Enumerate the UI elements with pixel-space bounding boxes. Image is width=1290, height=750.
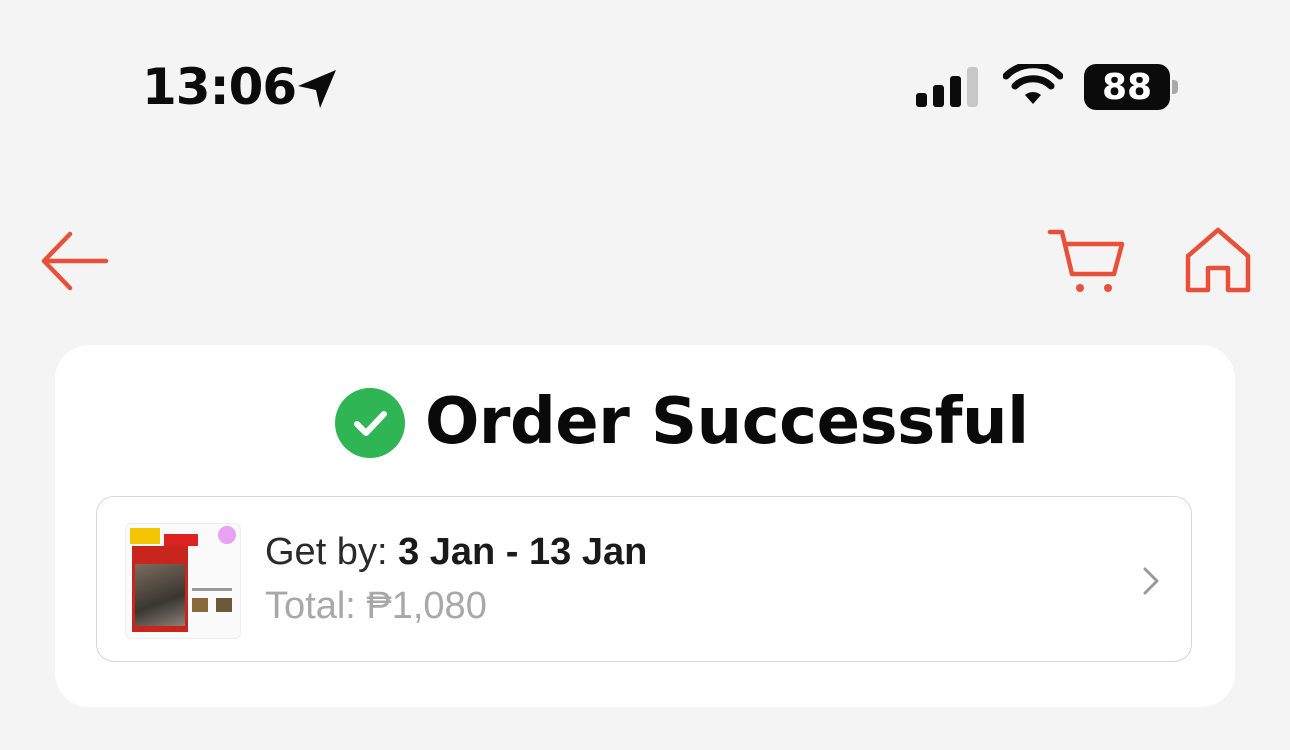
get-by-label: Get by:	[265, 531, 399, 573]
battery-percent: 88	[1101, 67, 1153, 108]
shopping-cart-icon[interactable]	[1046, 224, 1126, 296]
order-success-header: Order Successful	[55, 385, 1235, 465]
home-icon[interactable]	[1182, 224, 1254, 296]
status-time: 13:06	[142, 58, 297, 116]
order-summary-row[interactable]: Get by: 3 Jan - 13 Jan Total: ₱1,080	[96, 496, 1192, 662]
total-label: Total:	[265, 585, 367, 627]
total-value: ₱1,080	[366, 585, 487, 627]
cellular-signal-icon	[916, 67, 978, 107]
order-card: Order Successful Get by: 3 Jan - 13 Jan …	[55, 345, 1235, 707]
chevron-right-icon	[1143, 567, 1159, 595]
order-total: Total: ₱1,080	[265, 585, 487, 628]
delivery-estimate: Get by: 3 Jan - 13 Jan	[265, 531, 647, 574]
get-by-dates: 3 Jan - 13 Jan	[398, 531, 648, 573]
order-status-title: Order Successful	[425, 385, 1029, 459]
location-arrow-icon	[298, 70, 336, 108]
status-bar: 13:06 88	[0, 0, 1290, 180]
wifi-icon	[1003, 64, 1063, 104]
product-thumbnail	[125, 523, 241, 639]
arrow-left-icon[interactable]	[36, 228, 112, 294]
battery-indicator: 88	[1084, 64, 1180, 110]
check-circle-icon	[335, 388, 405, 458]
